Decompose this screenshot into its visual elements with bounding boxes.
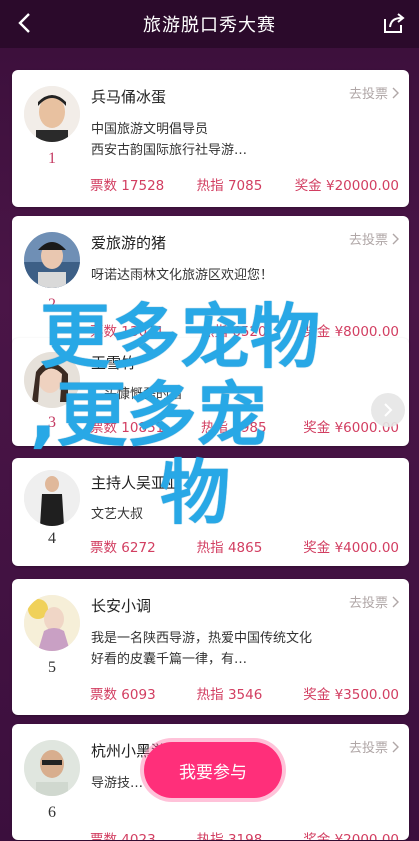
desc-line: …头慷慨磊的猪 xyxy=(91,387,183,402)
vote-count: 6272 xyxy=(121,540,156,556)
desc-line: 呀诺达雨林文化旅游区欢迎您！ xyxy=(91,268,274,283)
contestant-name: 爱旅游的猪 xyxy=(91,234,167,252)
vote-button[interactable]: 去投票 xyxy=(349,737,399,756)
vote-label: 去投票 xyxy=(348,87,388,102)
stats-row: 票数 4023 热指 3198 奖金 ¥2000.00 xyxy=(90,828,399,840)
contestant-name: 兵马俑冰蛋 xyxy=(91,88,167,106)
hot-index: 7085 xyxy=(227,178,263,194)
app-header: 旅游脱口秀大赛 xyxy=(0,0,419,48)
avatar xyxy=(24,595,80,651)
vote-button[interactable]: 去投票 xyxy=(349,592,399,611)
stats-row: 票数 10851 热指 5985 奖金 ¥6000.00 xyxy=(90,420,399,436)
contestant-desc: 中国旅游文明倡导员 西安古韵国际旅行社导游… xyxy=(91,119,391,161)
vote-count: 10851 xyxy=(121,420,165,436)
prize-amount: ¥3500.00 xyxy=(334,687,399,703)
rank-number: 2 xyxy=(48,296,56,313)
stats-row: 票数 17528 热指 7085 奖金 ¥20000.00 xyxy=(90,178,399,194)
back-button[interactable] xyxy=(10,9,38,37)
vote-label: 去投票 xyxy=(348,596,388,611)
share-icon xyxy=(384,13,405,33)
hot-index: 5985 xyxy=(232,420,267,436)
page-title: 旅游脱口秀大赛 xyxy=(143,15,276,36)
vote-count: 17528 xyxy=(121,178,165,194)
contestant-card[interactable]: 4 主持人吴亚亚 文艺大叔 票数 6272 热指 4865 奖金 ¥4000.0… xyxy=(12,458,409,566)
chevron-left-icon xyxy=(18,13,30,33)
contestant-desc: 文艺大叔 xyxy=(91,504,391,525)
contestant-card[interactable]: 1 兵马俑冰蛋 去投票 中国旅游文明倡导员 西安古韵国际旅行社导游… 票数 17… xyxy=(12,70,409,207)
hot-index: 3546 xyxy=(227,687,263,703)
stats-row: 票数 6272 热指 4865 奖金 ¥4000.00 xyxy=(90,540,399,556)
rank-number: 1 xyxy=(48,150,56,167)
contestant-desc: …头慷慨磊的猪 xyxy=(91,384,391,405)
desc-line: 好看的皮囊千篇一律，有… xyxy=(91,652,248,667)
stats-row: 票数 13031 热指 6520 奖金 ¥8000.00 xyxy=(90,324,399,340)
desc-line: 文艺大叔 xyxy=(91,507,144,522)
vote-count: 4023 xyxy=(121,832,156,840)
chevron-right-icon xyxy=(392,741,399,752)
prize-amount: ¥2000.00 xyxy=(334,832,399,840)
vote-count: 6093 xyxy=(121,687,156,703)
avatar xyxy=(24,86,80,142)
prize-amount: ¥20000.00 xyxy=(325,178,399,194)
contestant-card[interactable]: 5 长安小调 去投票 我是一名陕西导游，热爱中国传统文化 好看的皮囊千篇一律，有… xyxy=(12,579,409,715)
contestant-card[interactable]: 2 爱旅游的猪 去投票 呀诺达雨林文化旅游区欢迎您！ 票数 13031 热指 6… xyxy=(12,216,409,353)
prize-amount: ¥4000.00 xyxy=(334,540,399,556)
vote-button[interactable]: 去投票 xyxy=(349,229,399,248)
hot-index: 3198 xyxy=(227,832,263,840)
contestant-desc: 我是一名陕西导游，热爱中国传统文化 好看的皮囊千篇一律，有… xyxy=(91,628,391,670)
rank-number: 5 xyxy=(48,659,56,676)
share-button[interactable] xyxy=(381,10,407,36)
join-button[interactable]: 我要参与 xyxy=(144,742,282,798)
hot-index: 4865 xyxy=(227,540,263,556)
chevron-right-icon xyxy=(392,233,399,244)
chevron-right-icon xyxy=(392,596,399,607)
rank-number: 6 xyxy=(48,804,56,821)
vote-button[interactable]: 去投票 xyxy=(349,83,399,102)
desc-line: 我是一名陕西导游，热爱中国传统文化 xyxy=(91,631,313,646)
desc-line: 西安古韵国际旅行社导游… xyxy=(91,143,248,158)
next-arrow-button[interactable] xyxy=(371,393,405,427)
rank-number: 3 xyxy=(48,414,56,431)
desc-line: 中国旅游文明倡导员 xyxy=(91,122,209,137)
contestant-name: 主持人吴亚亚 xyxy=(91,474,182,492)
avatar xyxy=(24,352,80,408)
contestant-desc: 呀诺达雨林文化旅游区欢迎您！ xyxy=(91,265,391,286)
contestant-card[interactable]: 3 王雪竹 …头慷慨磊的猪 票数 10851 热指 5985 奖金 ¥6000.… xyxy=(12,338,409,446)
contestant-name: 王雪竹 xyxy=(91,354,137,372)
chevron-right-icon xyxy=(384,403,393,417)
chevron-right-icon xyxy=(392,87,399,98)
rank-number: 4 xyxy=(48,530,56,547)
vote-label: 去投票 xyxy=(348,741,388,756)
stats-row: 票数 6093 热指 3546 奖金 ¥3500.00 xyxy=(90,687,399,703)
vote-label: 去投票 xyxy=(348,233,388,248)
avatar xyxy=(24,470,80,526)
avatar xyxy=(24,232,80,288)
contestant-name: 长安小调 xyxy=(91,597,152,615)
avatar xyxy=(24,740,80,796)
